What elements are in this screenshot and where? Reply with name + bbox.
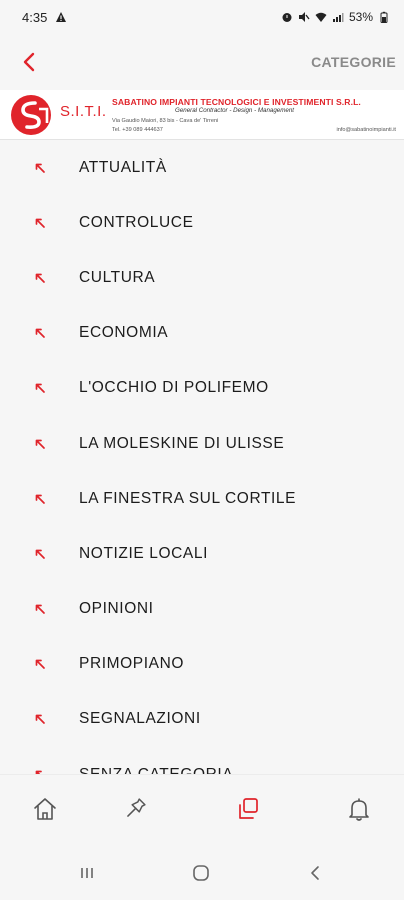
arrow-up-left-icon	[35, 273, 45, 283]
back-button[interactable]	[14, 42, 44, 82]
categories-icon	[239, 798, 258, 819]
category-item[interactable]: LA MOLESKINE DI ULISSE	[0, 416, 404, 471]
battery-icon	[380, 11, 388, 23]
nav-home-button[interactable]	[25, 789, 65, 829]
category-label: SENZA CATEGORIA	[79, 766, 233, 774]
sponsor-banner[interactable]: S.I.T.I. SABATINO IMPIANTI TECNOLOGICI E…	[0, 90, 404, 140]
arrow-up-left-icon	[35, 659, 45, 670]
banner-address: Via Gaudio Maiori, 83 bis - Cava de' Tir…	[112, 118, 219, 124]
banner-tagline: General Contractor - Design - Management	[175, 107, 294, 114]
back-chevron-icon	[311, 866, 319, 880]
category-label: OPINIONI	[79, 600, 154, 618]
home-icon	[34, 798, 56, 820]
arrow-up-left-icon	[35, 383, 45, 394]
recent-apps-icon	[81, 868, 93, 878]
category-label: CULTURA	[79, 268, 156, 286]
banner-phone: Tel. +39 089 444637	[112, 127, 163, 133]
category-item[interactable]: LA FINESTRA SUL CORTILE	[0, 471, 404, 526]
arrow-up-left-icon	[35, 494, 45, 504]
nav-notifications-button[interactable]	[339, 789, 379, 829]
arrow-up-left-icon	[35, 604, 45, 614]
status-time: 4:35	[22, 9, 48, 25]
banner-logo-text: S.I.T.I.	[60, 103, 107, 120]
arrow-up-left-icon	[35, 439, 45, 449]
category-item[interactable]: SENZA CATEGORIA	[0, 747, 404, 774]
category-item[interactable]: ATTUALITÀ	[0, 140, 404, 195]
category-label: ECONOMIA	[79, 324, 169, 342]
category-label: ATTUALITÀ	[79, 158, 167, 176]
category-label: LA MOLESKINE DI ULISSE	[79, 434, 285, 452]
category-label: LA FINESTRA SUL CORTILE	[79, 489, 297, 507]
alarm-icon	[282, 13, 292, 22]
category-item[interactable]: OPINIONI	[0, 582, 404, 637]
chevron-left-icon	[23, 52, 35, 72]
system-nav-bar	[0, 844, 404, 900]
category-item[interactable]: SEGNALAZIONI	[0, 692, 404, 747]
status-bar: 4:35 53%	[0, 0, 404, 34]
category-item[interactable]: CONTROLUCE	[0, 195, 404, 250]
arrow-up-left-icon	[35, 328, 45, 339]
nav-pinned-button[interactable]	[115, 789, 155, 829]
home-system-button[interactable]	[186, 862, 216, 884]
siti-logo-icon	[11, 95, 51, 135]
alert-icon	[56, 12, 67, 22]
pin-icon	[127, 798, 146, 817]
app-bar: CATEGORIE	[0, 34, 404, 90]
bottom-nav	[0, 774, 404, 844]
recent-apps-button[interactable]	[72, 862, 102, 884]
arrow-up-left-icon	[35, 715, 45, 725]
category-item[interactable]: L'OCCHIO DI POLIFEMO	[0, 361, 404, 416]
home-circle-icon	[193, 865, 209, 881]
wifi-icon	[315, 12, 327, 22]
category-item[interactable]: CULTURA	[0, 250, 404, 305]
arrow-up-left-icon	[35, 549, 45, 559]
category-item[interactable]: PRIMOPIANO	[0, 637, 404, 692]
arrow-up-left-icon	[35, 163, 45, 173]
arrow-up-left-icon	[35, 218, 45, 228]
banner-email: info@sabatinoimpianti.it	[336, 127, 396, 133]
category-item[interactable]: ECONOMIA	[0, 306, 404, 361]
battery-percent: 53%	[348, 10, 373, 24]
banner-company: SABATINO IMPIANTI TECNOLOGICI E INVESTIM…	[112, 97, 361, 107]
nav-categories-button[interactable]	[228, 789, 268, 829]
category-label: L'OCCHIO DI POLIFEMO	[79, 379, 269, 397]
mute-icon	[298, 12, 310, 22]
back-system-button[interactable]	[300, 862, 330, 884]
bell-icon	[349, 798, 369, 821]
category-list[interactable]: ATTUALITÀ CONTROLUCE CULTURA ECONOMIA L'…	[0, 140, 404, 774]
category-label: PRIMOPIANO	[79, 655, 185, 673]
signal-icon	[332, 13, 344, 22]
category-label: NOTIZIE LOCALI	[79, 544, 208, 562]
category-label: CONTROLUCE	[79, 213, 194, 231]
category-item[interactable]: NOTIZIE LOCALI	[0, 526, 404, 581]
page-title: CATEGORIE	[311, 54, 396, 70]
category-label: SEGNALAZIONI	[79, 710, 201, 728]
